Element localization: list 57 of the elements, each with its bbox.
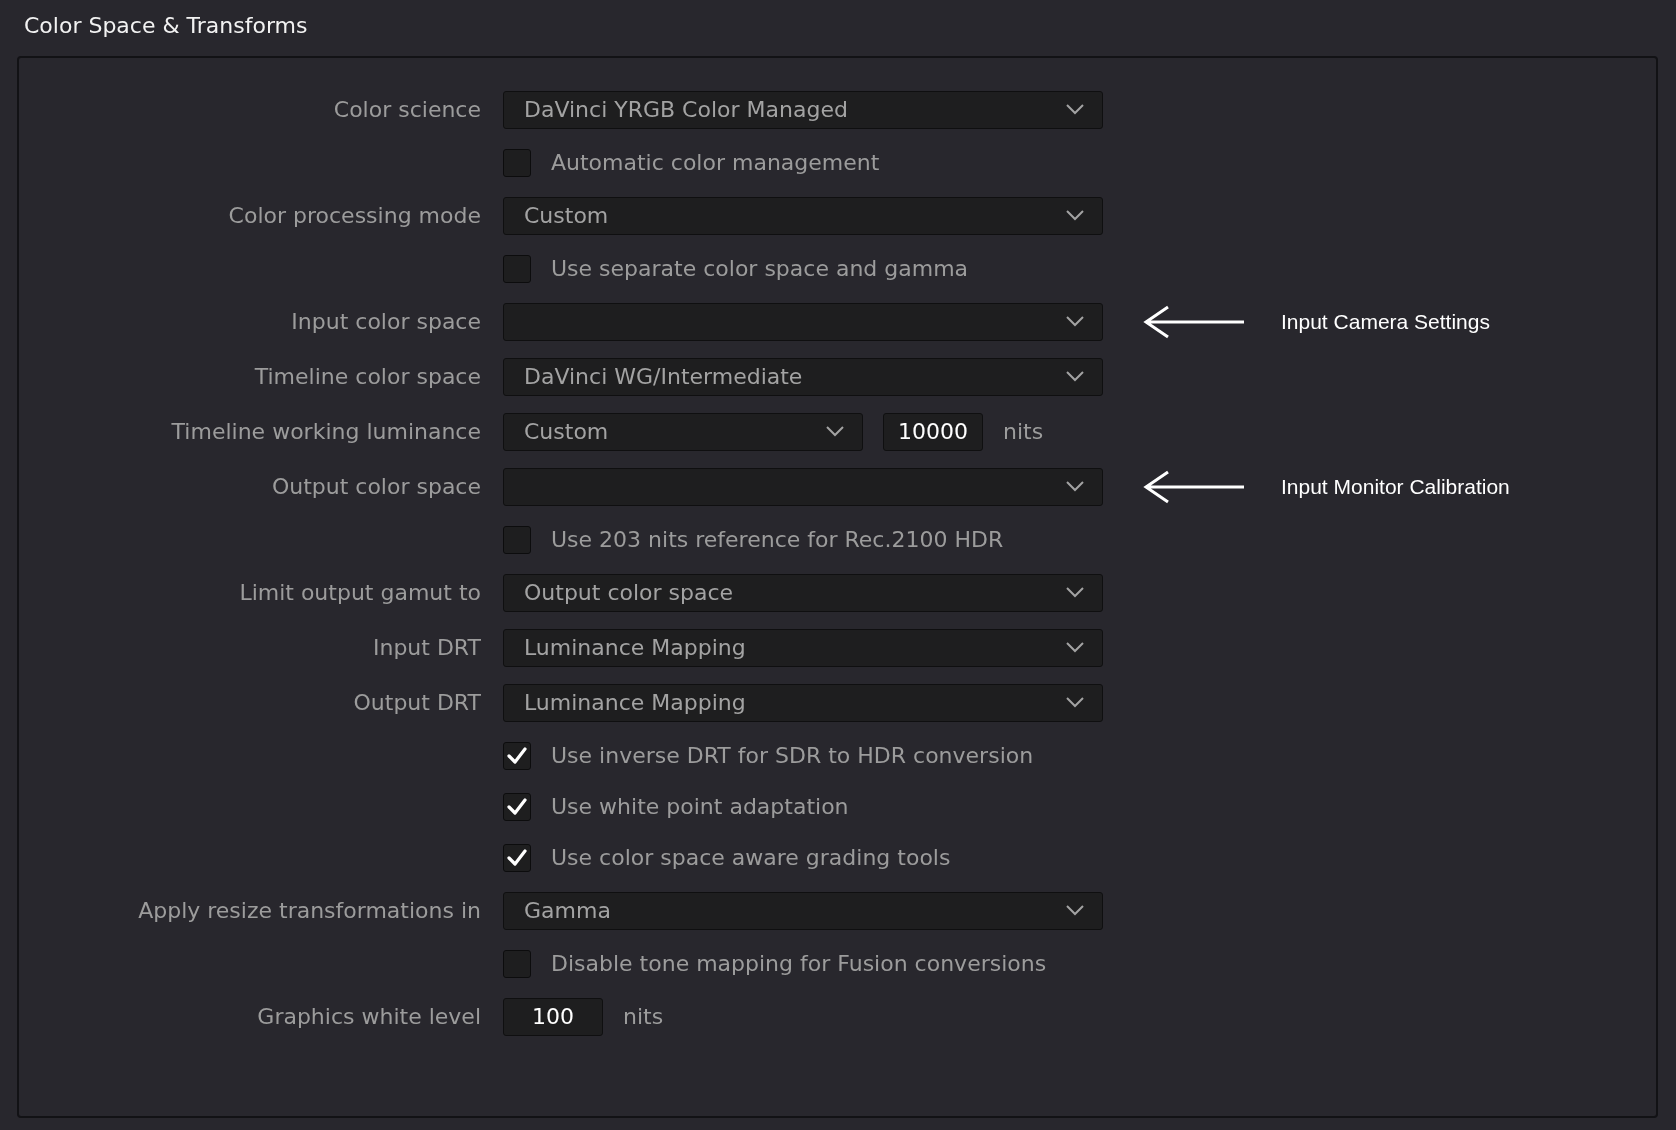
dropdown[interactable]: Gamma: [503, 891, 1103, 930]
checkbox[interactable]: [503, 792, 531, 821]
arrow-left-icon: [1143, 469, 1245, 504]
checkbox[interactable]: [503, 741, 531, 770]
unit-label: nits: [1003, 419, 1044, 444]
checkmark-icon: [507, 746, 527, 765]
chevron-down-icon: [1066, 210, 1084, 221]
chevron-down-icon: [1066, 642, 1084, 653]
checkbox[interactable]: [503, 843, 531, 872]
arrow-left-icon: [1143, 304, 1245, 339]
dropdown[interactable]: [503, 302, 1103, 341]
field-label: Timeline working luminance: [170, 419, 482, 444]
field-label: Input color space: [290, 309, 482, 334]
checkmark-icon: [507, 797, 527, 816]
chevron-down-icon: [1066, 587, 1084, 598]
field-label: Output color space: [270, 474, 482, 499]
field-label: Limit output gamut to: [238, 580, 482, 605]
dropdown[interactable]: DaVinci YRGB Color Managed: [503, 90, 1103, 129]
field-label: Color science: [332, 97, 482, 122]
chevron-down-icon: [826, 426, 844, 437]
checkbox-label: Use separate color space and gamma: [551, 256, 969, 281]
checkbox-label: Disable tone mapping for Fusion conversions: [551, 951, 1047, 976]
checkbox-label: Use inverse DRT for SDR to HDR conversion: [551, 743, 1034, 768]
field-label: Graphics white level: [256, 1004, 482, 1029]
checkbox-label: Use color space aware grading tools: [551, 845, 951, 870]
checkbox[interactable]: [503, 525, 531, 554]
checkbox[interactable]: [503, 949, 531, 978]
checkmark-icon: [507, 848, 527, 867]
section-title: Color Space & Transforms: [23, 12, 309, 40]
dropdown[interactable]: Luminance Mapping: [503, 683, 1103, 722]
dropdown[interactable]: DaVinci WG/Intermediate: [503, 357, 1103, 396]
number-field[interactable]: 10000: [883, 412, 983, 451]
checkbox[interactable]: [503, 254, 531, 283]
dropdown[interactable]: Custom: [503, 196, 1103, 235]
chevron-down-icon: [1066, 316, 1084, 327]
checkbox-label: Use 203 nits reference for Rec.2100 HDR: [551, 527, 1004, 552]
field-label: Output DRT: [352, 690, 482, 715]
dropdown[interactable]: Luminance Mapping: [503, 628, 1103, 667]
field-label: Timeline color space: [253, 364, 482, 389]
annotation-text: Input Camera Settings: [1281, 309, 1491, 334]
field-label: Color processing mode: [227, 203, 482, 228]
dropdown[interactable]: Output color space: [503, 573, 1103, 612]
chevron-down-icon: [1066, 697, 1084, 708]
dropdown[interactable]: Custom: [503, 412, 863, 451]
number-field[interactable]: 100: [503, 997, 603, 1036]
checkbox-label: Use white point adaptation: [551, 794, 849, 819]
checkbox[interactable]: [503, 148, 531, 177]
annotation-text: Input Monitor Calibration: [1281, 474, 1511, 499]
chevron-down-icon: [1066, 905, 1084, 916]
field-label: Input DRT: [371, 635, 482, 660]
dropdown[interactable]: [503, 467, 1103, 506]
chevron-down-icon: [1066, 481, 1084, 492]
checkbox-label: Automatic color management: [551, 150, 880, 175]
unit-label: nits: [623, 1004, 664, 1029]
chevron-down-icon: [1066, 371, 1084, 382]
field-label: Apply resize transformations in: [137, 898, 482, 923]
chevron-down-icon: [1066, 104, 1084, 115]
